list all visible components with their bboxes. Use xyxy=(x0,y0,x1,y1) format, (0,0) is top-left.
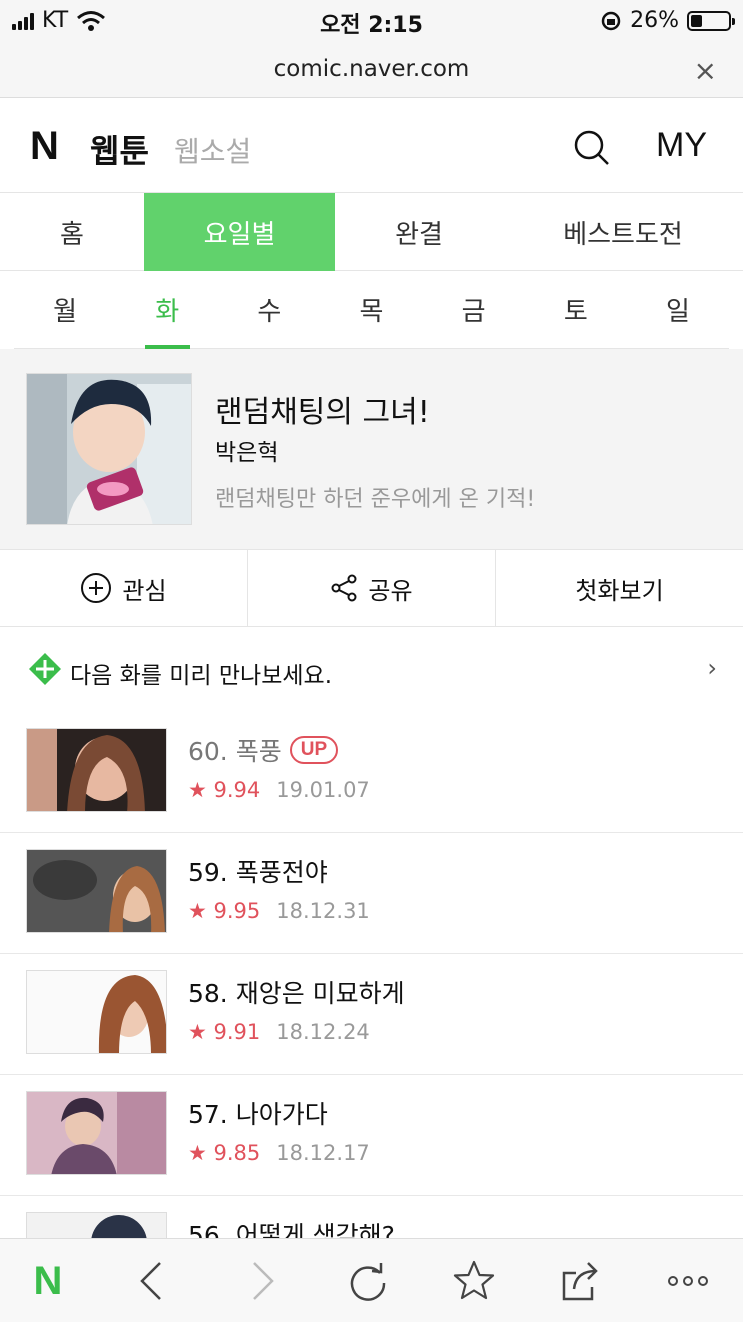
tab-best-challenge[interactable]: 베스트도전 xyxy=(503,193,743,271)
day-tab-fri[interactable]: 금 xyxy=(423,271,525,348)
main-tabs: 홈 요일별 완결 베스트도전 xyxy=(0,193,743,271)
more-icon[interactable] xyxy=(666,1259,710,1303)
day-tab-sun[interactable]: 일 xyxy=(627,271,729,348)
up-badge: UP xyxy=(289,736,339,764)
preview-banner[interactable]: 다음 화를 미리 만나보세요. › xyxy=(0,628,743,710)
episode-rating: ★ 9.85 xyxy=(188,1141,261,1165)
episode-thumbnail xyxy=(26,1091,167,1175)
episode-date: 18.12.17 xyxy=(276,1141,370,1165)
episode-row[interactable]: 60. 폭풍 UP ★ 9.94 19.01.07 xyxy=(0,712,743,833)
webtoon-link[interactable]: 웹툰 xyxy=(90,126,149,172)
rotation-lock-icon xyxy=(601,11,621,30)
chevron-right-icon: › xyxy=(707,654,717,682)
episode-date: 18.12.31 xyxy=(276,899,370,923)
episode-row[interactable]: 58. 재앙은 미묘하게 ★ 9.91 18.12.24 xyxy=(0,954,743,1075)
day-tab-sat[interactable]: 토 xyxy=(525,271,627,348)
day-tab-thu[interactable]: 목 xyxy=(320,271,422,348)
comic-info: 랜덤채팅의 그녀! 박은혁 랜덤채팅만 하던 준우에게 온 기적! xyxy=(0,349,743,549)
favorite-label: 관심 xyxy=(122,576,167,605)
tab-home[interactable]: 홈 xyxy=(0,193,144,271)
webnovel-link[interactable]: 웹소설 xyxy=(174,130,251,170)
episode-title: 60. 폭풍 UP xyxy=(188,732,339,768)
episode-rating: ★ 9.91 xyxy=(188,1020,261,1044)
favorite-button[interactable]: 관심 xyxy=(0,550,248,626)
url-bar[interactable]: comic.naver.com × xyxy=(0,50,743,90)
naver-logo[interactable]: N xyxy=(30,126,59,166)
plus-circle-icon xyxy=(81,573,112,603)
comic-actions: 관심 공유 첫화보기 xyxy=(0,549,743,627)
episode-rating: ★ 9.94 xyxy=(188,778,261,802)
share-button[interactable]: 공유 xyxy=(248,550,496,626)
day-tab-tue[interactable]: 화 xyxy=(116,271,218,349)
comic-cover-image xyxy=(26,373,192,525)
refresh-icon[interactable] xyxy=(346,1259,390,1303)
tab-weekday[interactable]: 요일별 xyxy=(144,193,335,271)
my-button[interactable]: MY xyxy=(656,126,707,165)
browser-top-bar: KT 오전 2:15 26% comic.naver.com × xyxy=(0,0,743,98)
episode-thumbnail xyxy=(26,849,167,933)
episode-date: 18.12.24 xyxy=(276,1020,370,1044)
tab-completed[interactable]: 완결 xyxy=(335,193,503,271)
url-text[interactable]: comic.naver.com xyxy=(0,56,743,82)
bookmark-star-icon[interactable] xyxy=(452,1259,496,1303)
episode-thumbnail xyxy=(26,970,167,1054)
preview-text: 다음 화를 미리 만나보세요. xyxy=(70,663,333,689)
naver-home-button[interactable]: N xyxy=(26,1259,70,1303)
day-tab-wed[interactable]: 수 xyxy=(218,271,320,348)
episode-title: 57. 나아가다 xyxy=(188,1100,328,1129)
forward-icon[interactable] xyxy=(240,1259,284,1303)
episode-row[interactable]: 59. 폭풍전야 ★ 9.95 18.12.31 xyxy=(0,833,743,954)
comic-title: 랜덤채팅의 그녀! xyxy=(215,395,430,430)
back-icon[interactable] xyxy=(130,1259,174,1303)
browser-toolbar: N xyxy=(0,1238,743,1322)
episode-title: 59. 폭풍전야 xyxy=(188,858,328,887)
cookie-gem-icon xyxy=(29,653,61,685)
search-icon[interactable] xyxy=(572,128,612,168)
episode-title: 58. 재앙은 미묘하게 xyxy=(188,979,405,1008)
share-icon xyxy=(331,574,357,602)
weekday-tabs: 월 화 수 목 금 토 일 xyxy=(14,271,729,349)
episode-rating: ★ 9.95 xyxy=(188,899,261,923)
comic-description: 랜덤채팅만 하던 준우에게 온 기적! xyxy=(215,487,536,512)
site-header: N 웹툰 웹소설 MY xyxy=(0,98,743,193)
episode-date: 19.01.07 xyxy=(276,778,370,802)
comic-author: 박은혁 xyxy=(215,440,279,466)
episode-row[interactable]: 57. 나아가다 ★ 9.85 18.12.17 xyxy=(0,1075,743,1196)
status-bar: KT 오전 2:15 26% xyxy=(0,0,743,40)
share-out-icon[interactable] xyxy=(558,1259,602,1303)
close-icon[interactable]: × xyxy=(694,54,717,87)
battery-percent: 26% xyxy=(630,8,679,33)
battery-icon xyxy=(687,10,735,31)
share-label: 공유 xyxy=(368,576,413,605)
episode-thumbnail xyxy=(26,728,167,812)
day-tab-mon[interactable]: 월 xyxy=(14,271,116,348)
first-episode-button[interactable]: 첫화보기 xyxy=(496,550,743,626)
